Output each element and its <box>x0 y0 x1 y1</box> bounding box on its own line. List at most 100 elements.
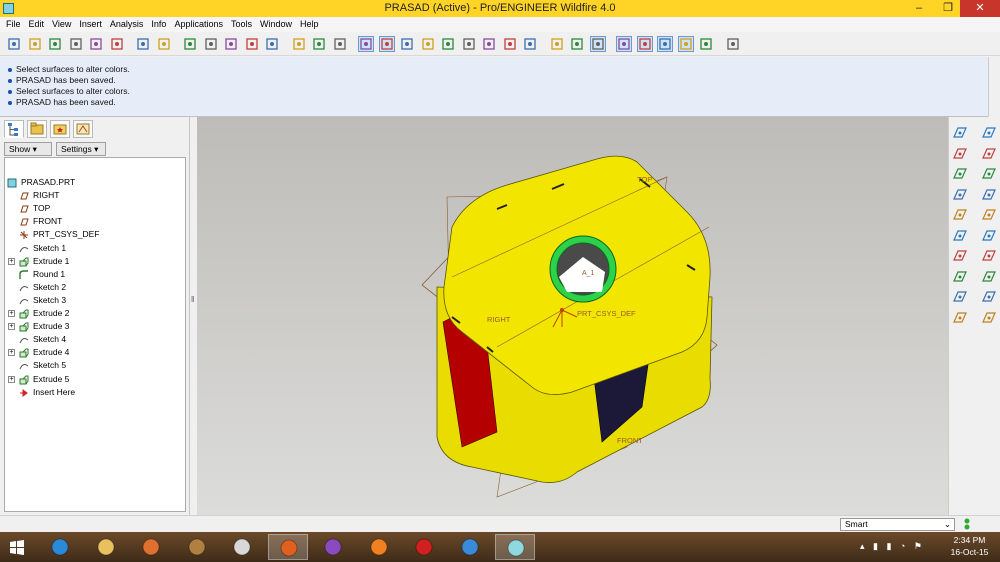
part-model-view[interactable]: TOP RIGHT FRONT PRT_CSYS_DEF A_1 <box>197 117 948 515</box>
expand-icon[interactable]: + <box>8 375 15 383</box>
minimize-button[interactable]: – <box>906 0 932 17</box>
chrome-taskbar-button[interactable] <box>222 534 262 560</box>
sash-collapse-icon[interactable]: ‖ <box>191 295 194 304</box>
message-scrollbar[interactable] <box>988 57 1000 117</box>
layers-button[interactable] <box>502 36 518 52</box>
panel-sash[interactable]: ‖ <box>190 117 197 515</box>
spin-center-button[interactable] <box>378 36 395 52</box>
chamfer-tool-button[interactable] <box>981 228 997 244</box>
menu-file[interactable]: File <box>2 17 25 32</box>
datum-axis-tool-button[interactable] <box>952 146 968 162</box>
datum-point-tool-button[interactable] <box>952 187 968 203</box>
tree-node[interactable]: Sketch 1 <box>5 242 185 255</box>
refit-button[interactable] <box>440 36 456 52</box>
rib-tool-button[interactable] <box>981 166 997 182</box>
csys-tool-button[interactable] <box>952 207 968 223</box>
save-button[interactable] <box>47 36 63 52</box>
favorites-tab[interactable] <box>50 120 70 138</box>
tree-node[interactable]: + Extrude 2 <box>5 307 185 320</box>
datum-plane-tool-button[interactable] <box>952 125 968 141</box>
menu-edit[interactable]: Edit <box>25 17 49 32</box>
tree-node[interactable]: Insert Here <box>5 386 185 399</box>
model-tree-tab[interactable] <box>4 120 24 138</box>
tree-node[interactable]: TOP <box>5 202 185 215</box>
settings-dropdown[interactable]: Settings ▾ <box>56 142 106 156</box>
shell-tool-button[interactable] <box>981 146 997 162</box>
expand-icon[interactable]: + <box>8 310 15 317</box>
draft-tool-button[interactable] <box>981 187 997 203</box>
traffic-light-icon[interactable] <box>962 518 972 531</box>
tree-node[interactable]: Sketch 3 <box>5 294 185 307</box>
shading-button[interactable] <box>589 36 606 52</box>
paste-special-button[interactable] <box>244 36 260 52</box>
game-taskbar-button[interactable] <box>177 534 217 560</box>
tree-node[interactable]: Sketch 5 <box>5 359 185 372</box>
proengineer-taskbar-button[interactable] <box>495 534 535 560</box>
saved-views-button[interactable] <box>481 36 497 52</box>
visual-studio-taskbar-button[interactable] <box>313 534 353 560</box>
wireframe-button[interactable] <box>522 36 538 52</box>
graphics-window[interactable]: TOP RIGHT FRONT PRT_CSYS_DEF A_1 <box>197 117 948 515</box>
tree-node[interactable]: PRT_CSYS_DEF <box>5 228 185 241</box>
file-explorer-taskbar-button[interactable] <box>86 534 126 560</box>
expand-icon[interactable]: + <box>8 257 15 265</box>
system-clock[interactable]: 2:34 PM 16-Oct-15 <box>942 534 997 558</box>
tree-node[interactable]: + Extrude 3 <box>5 320 185 333</box>
merge-tool-button[interactable] <box>981 289 997 305</box>
internet-explorer-taskbar-button[interactable] <box>40 534 80 560</box>
coordinate-systems-button[interactable] <box>677 36 694 52</box>
email-button[interactable] <box>109 36 125 52</box>
sketch-tool-button[interactable] <box>952 228 968 244</box>
close-button[interactable]: ✕ <box>960 0 1000 17</box>
selection-box-button[interactable] <box>311 36 327 52</box>
datum-axes-button[interactable] <box>636 36 653 52</box>
menu-tools[interactable]: Tools <box>227 17 256 32</box>
tree-node[interactable]: FRONT <box>5 215 185 228</box>
regenerate-button[interactable] <box>264 36 280 52</box>
redo-button[interactable] <box>156 36 172 52</box>
opera-taskbar-button[interactable] <box>404 534 444 560</box>
expand-icon[interactable]: + <box>8 349 15 357</box>
copy-button[interactable] <box>203 36 219 52</box>
media-player-taskbar-button[interactable] <box>131 534 171 560</box>
undo-button[interactable] <box>135 36 151 52</box>
thunderbird-taskbar-button[interactable] <box>450 534 490 560</box>
pattern-tool-button[interactable] <box>981 248 997 264</box>
tree-node[interactable]: + Extrude 5 <box>5 373 185 386</box>
round-tool-button[interactable] <box>981 207 997 223</box>
repaint-button[interactable] <box>332 36 348 52</box>
mirror-tool-button[interactable] <box>981 269 997 285</box>
tree-node[interactable]: RIGHT <box>5 189 185 202</box>
show-dropdown[interactable]: Show ▾ <box>4 142 52 156</box>
start-taskbar-button[interactable] <box>2 534 32 560</box>
datum-curve-tool-button[interactable] <box>952 166 968 182</box>
tree-node[interactable]: + Extrude 4 <box>5 346 185 359</box>
find-button[interactable] <box>291 36 307 52</box>
hidden-line-button[interactable] <box>549 36 565 52</box>
hole-tool-button[interactable] <box>981 125 997 141</box>
paste-button[interactable] <box>223 36 239 52</box>
tree-node[interactable]: Sketch 2 <box>5 281 185 294</box>
no-hidden-button[interactable] <box>569 36 585 52</box>
print-preview-button[interactable] <box>88 36 104 52</box>
menu-insert[interactable]: Insert <box>75 17 106 32</box>
system-tray[interactable]: ▴ ▮ ▮ ◔ ⚑ <box>860 541 925 552</box>
zoom-out-button[interactable] <box>420 36 436 52</box>
new-button[interactable] <box>6 36 22 52</box>
menu-window[interactable]: Window <box>256 17 296 32</box>
blend-tool-button[interactable] <box>952 310 968 326</box>
tree-node[interactable]: Round 1 <box>5 268 185 281</box>
menu-applications[interactable]: Applications <box>170 17 227 32</box>
trim-tool-button[interactable] <box>981 310 997 326</box>
tree-node[interactable]: Sketch 4 <box>5 333 185 346</box>
print-button[interactable] <box>68 36 84 52</box>
cut-button[interactable] <box>182 36 198 52</box>
datum-planes-button[interactable] <box>616 36 632 52</box>
revolve-tool-button[interactable] <box>952 269 968 285</box>
selection-filter[interactable]: Smart ⌄ <box>840 518 955 531</box>
tree-node[interactable]: + Extrude 1 <box>5 255 185 268</box>
sweep-tool-button[interactable] <box>952 289 968 305</box>
context-help-button[interactable] <box>725 36 741 52</box>
menu-help[interactable]: Help <box>296 17 323 32</box>
datum-points-button[interactable] <box>657 36 673 52</box>
